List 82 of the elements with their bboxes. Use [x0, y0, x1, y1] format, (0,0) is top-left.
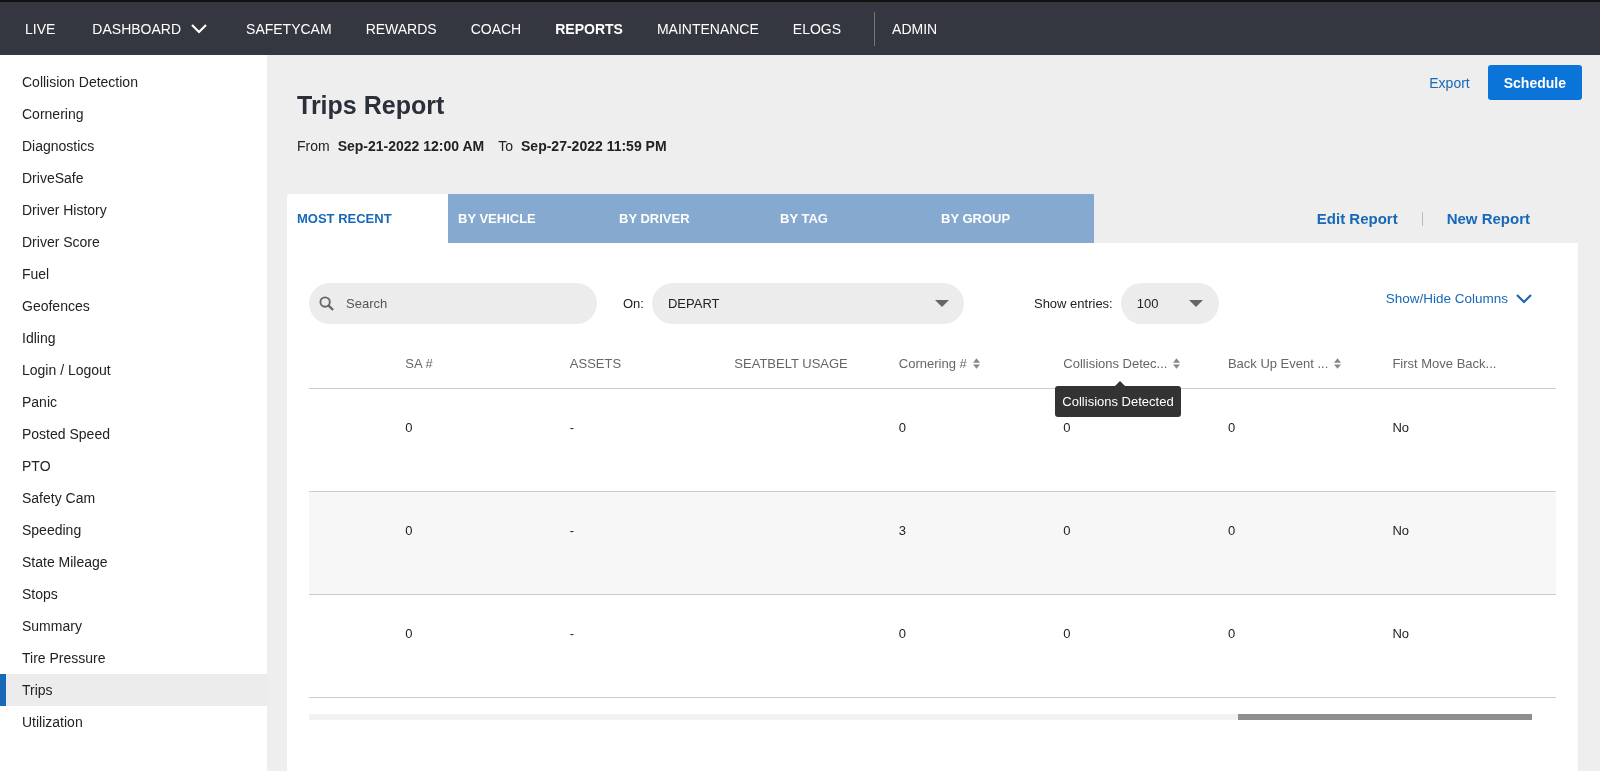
nav-link[interactable]: ELOGS	[775, 10, 859, 47]
schedule-button[interactable]: Schedule	[1487, 65, 1582, 100]
export-link[interactable]: Export	[1429, 74, 1470, 91]
caret-icon	[934, 300, 949, 307]
nav-link[interactable]: COACH	[453, 10, 539, 47]
sidebar-item[interactable]: Geofences	[0, 290, 267, 322]
column-header: ASSETS	[569, 356, 622, 371]
sidebar-item[interactable]: Idling	[0, 322, 267, 354]
sidebar-item[interactable]: Tire Pressure	[0, 642, 267, 674]
table-cell: -	[569, 420, 575, 435]
sidebar-item[interactable]: Stops	[0, 578, 267, 610]
sidebar-item[interactable]: Panic	[0, 386, 267, 418]
sort-icon[interactable]	[972, 358, 980, 369]
sidebar-item[interactable]: Posted Speed	[0, 418, 267, 450]
sidebar-item[interactable]: Speeding	[0, 514, 267, 546]
report-link[interactable]: New Report	[1446, 210, 1530, 227]
sidebar-item[interactable]: Summary	[0, 610, 267, 642]
nav-link[interactable]: REWARDS	[348, 10, 454, 47]
table-cell: 3	[898, 523, 907, 538]
search-icon	[319, 296, 334, 311]
column-header[interactable]: Cornering #	[898, 356, 980, 371]
table-cell: 0	[405, 420, 413, 435]
table-cell: 0	[405, 626, 413, 641]
on-dropdown[interactable]: DEPART	[651, 283, 964, 324]
column-header: SEATBELT USAGE	[734, 356, 848, 371]
tooltip: Collisions Detected	[1055, 381, 1181, 417]
table-cell: 0	[1063, 420, 1071, 435]
table-cell: -	[569, 626, 575, 641]
sidebar-item[interactable]: Cornering	[0, 98, 267, 130]
page-title: Trips Report	[297, 91, 446, 120]
show-entries-label: Show entries:	[1033, 296, 1113, 311]
column-header[interactable]: Back Up Event ...	[1227, 356, 1342, 371]
entries-dropdown[interactable]: 100	[1120, 283, 1219, 324]
sidebar-item[interactable]: State Mileage	[0, 546, 267, 578]
search-field[interactable]: Search	[309, 283, 597, 324]
caret-icon	[1188, 300, 1203, 307]
table-cell: 0	[1227, 420, 1236, 435]
table-cell: 0	[1063, 523, 1071, 538]
chevron-down-icon	[191, 23, 208, 34]
nav-link[interactable]: SAFETYCAM	[229, 10, 349, 47]
search-field[interactable]: Search	[344, 282, 578, 325]
sidebar-item[interactable]: Fuel	[0, 258, 267, 290]
sort-icon[interactable]	[1173, 358, 1181, 369]
table-cell: 0	[898, 626, 907, 641]
table-cell: 0	[1227, 523, 1236, 538]
sidebar-item[interactable]: Driver Score	[0, 226, 267, 258]
sidebar-item[interactable]: Login / Logout	[0, 354, 267, 386]
nav-link[interactable]: LIVE	[8, 10, 73, 47]
table-cell: 0	[405, 523, 413, 538]
sidebar-item[interactable]: DriveSafe	[0, 162, 267, 194]
table-cell: No	[1392, 420, 1409, 435]
column-header: SA #	[405, 356, 433, 371]
table-cell: 0	[898, 420, 907, 435]
report-link[interactable]: Edit Report	[1316, 210, 1398, 227]
table-cell: No	[1392, 523, 1409, 538]
nav-dropdown[interactable]: DASHBOARD	[72, 10, 230, 47]
on-label: On:	[623, 296, 644, 311]
sidebar-item[interactable]: Diagnostics	[0, 130, 267, 162]
sidebar-item[interactable]: Driver History	[0, 194, 267, 226]
nav-link[interactable]: REPORTS	[538, 10, 640, 47]
nav-link[interactable]: ADMIN	[875, 10, 955, 47]
from-date: Sep-21-2022 12:00 AM	[337, 138, 485, 154]
to-date: Sep-27-2022 11:59 PM	[521, 138, 667, 154]
sidebar-item[interactable]: Trips	[0, 674, 267, 706]
tab[interactable]: MOST RECENT	[287, 194, 448, 243]
from-label: From	[297, 138, 330, 154]
column-header[interactable]: Collisions Detec...	[1063, 356, 1181, 371]
sort-icon[interactable]	[1334, 358, 1342, 369]
sidebar-item[interactable]: PTO	[0, 450, 267, 482]
to-label: To	[498, 138, 514, 154]
table-cell: -	[569, 523, 575, 538]
sidebar-item[interactable]: Safety Cam	[0, 482, 267, 514]
show-hide-columns-link[interactable]: Show/Hide Columns	[1385, 291, 1532, 306]
column-header: First Move Back...	[1392, 356, 1497, 371]
sidebar-item[interactable]: Collision Detection	[0, 66, 267, 98]
table-cell: 0	[1227, 626, 1236, 641]
nav-link[interactable]: MAINTENANCE	[639, 10, 776, 47]
scrollbar-thumb[interactable]	[1238, 714, 1532, 720]
chevron-down-icon	[1516, 293, 1532, 304]
sidebar-item[interactable]: Utilization	[0, 706, 267, 738]
table-cell: No	[1392, 626, 1409, 641]
table-cell: 0	[1063, 626, 1071, 641]
